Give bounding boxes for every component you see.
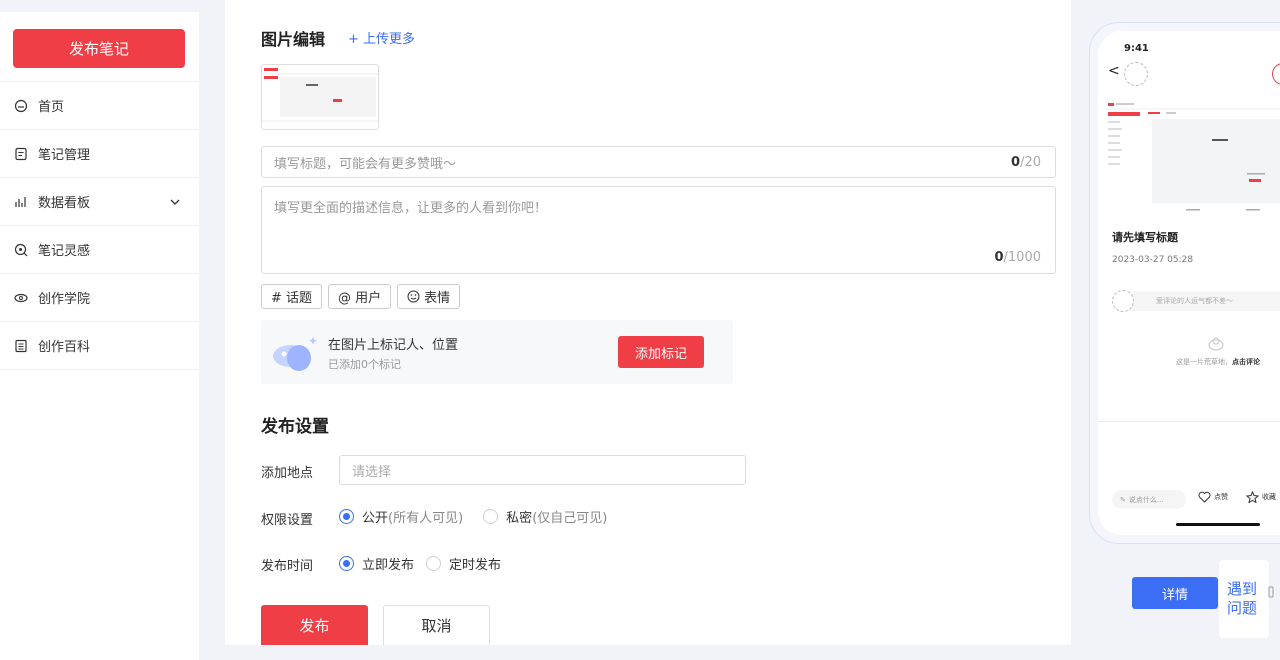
star-icon	[1246, 491, 1259, 503]
title-counter: 0/20	[1011, 154, 1041, 170]
emoji-label: 表情	[424, 291, 451, 306]
location-label: 添加地点	[261, 466, 314, 481]
phone-preview: 9:41 < 请先填写标题 2023-03-27 05:28 爱评论的人运气都不…	[1089, 22, 1280, 544]
scheduled-publish-radio[interactable]: 定时发布	[426, 554, 501, 573]
mark-title: 在图片上标记人、位置	[328, 338, 459, 353]
tag-buttons: # 话题 @ 用户 表情	[261, 284, 461, 309]
sidebar-item-academy[interactable]: 创作学院	[0, 274, 199, 322]
publish-time-radio-group: 立即发布 定时发布	[339, 554, 521, 573]
home-icon	[14, 99, 28, 113]
preview-avatar	[1124, 62, 1148, 86]
preview-like: 点赞	[1198, 491, 1228, 503]
chevron-down-icon[interactable]	[169, 196, 181, 208]
empty-comment-icon	[1206, 336, 1226, 352]
publish-time-label: 发布时间	[261, 559, 314, 574]
tag-illustration-icon	[269, 334, 319, 374]
publish-now-label: 立即发布	[362, 558, 415, 573]
image-edit-title: 图片编辑	[261, 30, 326, 49]
sidebar: 发布笔记 首页 笔记管理 数据看板 笔记灵感 创作学院 创作百科	[0, 12, 199, 660]
publish-note-button[interactable]: 发布笔记	[13, 29, 185, 68]
description-placeholder: 填写更全面的描述信息，让更多的人看到你吧！	[274, 201, 548, 216]
sidebar-item-label: 笔记灵感	[38, 244, 91, 259]
preview-comment-avatar	[1112, 290, 1134, 312]
sidebar-nav: 首页 笔记管理 数据看板 笔记灵感 创作学院 创作百科	[0, 81, 199, 370]
publish-now-radio[interactable]: 立即发布	[339, 554, 414, 573]
preview-time: 9:41	[1124, 43, 1149, 54]
emoji-button[interactable]: 表情	[397, 284, 461, 309]
radio-unchecked-icon	[483, 509, 499, 524]
preview-divider	[1098, 421, 1280, 422]
detail-button[interactable]: 详情	[1132, 577, 1218, 609]
sidebar-item-label: 数据看板	[38, 196, 91, 211]
preview-date: 2023-03-27 05:28	[1112, 255, 1194, 265]
preview-comment-input: 爱评论的人运气都不差～	[1112, 291, 1280, 311]
location-select[interactable]: 请选择	[339, 455, 746, 485]
image-thumbnail[interactable]	[261, 64, 379, 130]
heart-icon	[1198, 491, 1211, 503]
description-textarea[interactable]: 填写更全面的描述信息，让更多的人看到你吧！ 0/1000	[261, 186, 1056, 274]
like-label: 点赞	[1214, 493, 1228, 501]
sidebar-item-label: 创作百科	[38, 340, 91, 355]
sidebar-item-label: 首页	[38, 100, 65, 115]
publish-button[interactable]: 发布	[261, 605, 368, 645]
preview-say-something: ✎ 说点什么...	[1112, 490, 1186, 509]
mention-user-button[interactable]: @ 用户	[328, 284, 392, 309]
empty-text-label: 这是一片荒草地，	[1176, 358, 1232, 366]
preview-collect: 收藏	[1246, 491, 1276, 503]
image-mark-card: 在图片上标记人、位置 已添加0个标记 添加标记	[261, 320, 733, 384]
upload-more-link[interactable]: + 上传更多	[348, 28, 415, 47]
sidebar-item-home[interactable]: 首页	[0, 82, 199, 130]
sidebar-item-wiki[interactable]: 创作百科	[0, 322, 199, 370]
help-panel[interactable]: 遇到问题	[1219, 560, 1269, 638]
sidebar-item-label: 笔记管理	[38, 148, 91, 163]
scheduled-publish-label: 定时发布	[449, 558, 502, 573]
location-placeholder: 请选择	[352, 464, 392, 480]
back-arrow-icon[interactable]: <	[1108, 63, 1120, 79]
sidebar-item-inspiration[interactable]: 笔记灵感	[0, 226, 199, 274]
preview-note-title: 请先填写标题	[1112, 231, 1178, 244]
say-something-label: 说点什么...	[1128, 495, 1164, 504]
topic-button[interactable]: # 话题	[261, 284, 323, 309]
chart-icon	[14, 195, 28, 209]
permission-public-hint: (所有人可见)	[388, 511, 464, 526]
preview-image	[1106, 99, 1280, 221]
permission-private-hint: (仅自己可见)	[532, 511, 608, 526]
sidebar-item-label: 创作学院	[38, 292, 91, 307]
preview-follow-icon	[1272, 63, 1280, 85]
permission-public-label: 公开	[362, 511, 389, 526]
help-text: 遇到问题	[1227, 580, 1258, 617]
radio-unchecked-icon	[426, 556, 442, 571]
radio-checked-icon	[339, 556, 354, 571]
publish-settings-title: 发布设置	[261, 417, 329, 437]
editor-panel: 图片编辑 + 上传更多 填写标题，可能会有更多赞哦～ 0/20 填写更全面的描述…	[225, 0, 1071, 645]
radio-checked-icon	[339, 509, 354, 524]
inspiration-icon	[14, 243, 28, 257]
collect-label: 收藏	[1262, 493, 1276, 501]
smile-icon	[407, 290, 420, 303]
preview-empty-text: 这是一片荒草地，点击评论	[1176, 357, 1260, 367]
empty-text-link: 点击评论	[1232, 358, 1260, 366]
help-handle-icon[interactable]	[1268, 584, 1276, 598]
sidebar-item-note-management[interactable]: 笔记管理	[0, 130, 199, 178]
cancel-button[interactable]: 取消	[383, 605, 490, 645]
permission-public-radio[interactable]: 公开 (所有人可见)	[339, 507, 463, 526]
academy-icon	[14, 291, 28, 305]
sidebar-item-data-board[interactable]: 数据看板	[0, 178, 199, 226]
description-counter: 0/1000	[994, 250, 1041, 265]
pencil-icon: ✎	[1120, 495, 1126, 504]
note-icon	[14, 147, 28, 161]
permission-radio-group: 公开 (所有人可见) 私密 (仅自己可见)	[339, 507, 627, 526]
permission-private-radio[interactable]: 私密 (仅自己可见)	[483, 507, 607, 526]
add-mark-button[interactable]: 添加标记	[618, 336, 704, 368]
permission-private-label: 私密	[506, 511, 533, 526]
wiki-icon	[14, 339, 28, 353]
phone-screen: 9:41 < 请先填写标题 2023-03-27 05:28 爱评论的人运气都不…	[1098, 31, 1280, 535]
home-indicator	[1176, 523, 1260, 526]
title-input[interactable]: 填写标题，可能会有更多赞哦～ 0/20	[261, 146, 1056, 178]
title-placeholder: 填写标题，可能会有更多赞哦～	[274, 156, 457, 172]
mark-count: 已添加0个标记	[328, 358, 401, 371]
permission-label: 权限设置	[261, 513, 314, 528]
